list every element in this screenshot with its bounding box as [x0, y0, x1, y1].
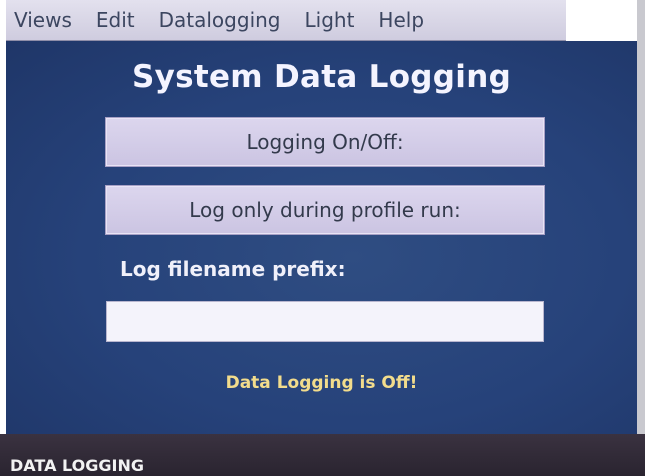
menu-datalogging[interactable]: Datalogging [147, 0, 293, 40]
footer-bar: DATA LOGGING [0, 434, 645, 476]
screen-bezel [637, 0, 645, 476]
menu-light[interactable]: Light [293, 0, 367, 40]
menu-edit[interactable]: Edit [84, 0, 147, 40]
logging-toggle-button[interactable]: Logging On/Off: [105, 117, 545, 167]
filename-prefix-label: Log filename prefix: [120, 257, 346, 281]
footer-label: DATA LOGGING [10, 456, 145, 475]
logging-toggle-label: Logging On/Off: [246, 130, 404, 154]
page-title: System Data Logging [131, 59, 512, 95]
menu-views[interactable]: Views [6, 0, 84, 40]
menu-bar: Views Edit Datalogging Light Help [6, 0, 566, 41]
profile-run-toggle-label: Log only during profile run: [189, 198, 461, 222]
menu-help[interactable]: Help [366, 0, 436, 40]
screen: Views Edit Datalogging Light Help System… [0, 0, 645, 476]
logging-status-text: Data Logging is Off! [225, 373, 418, 393]
profile-run-toggle-button[interactable]: Log only during profile run: [105, 185, 545, 235]
data-logging-panel: System Data Logging Logging On/Off: Log … [6, 41, 637, 434]
filename-prefix-input[interactable] [106, 301, 544, 342]
